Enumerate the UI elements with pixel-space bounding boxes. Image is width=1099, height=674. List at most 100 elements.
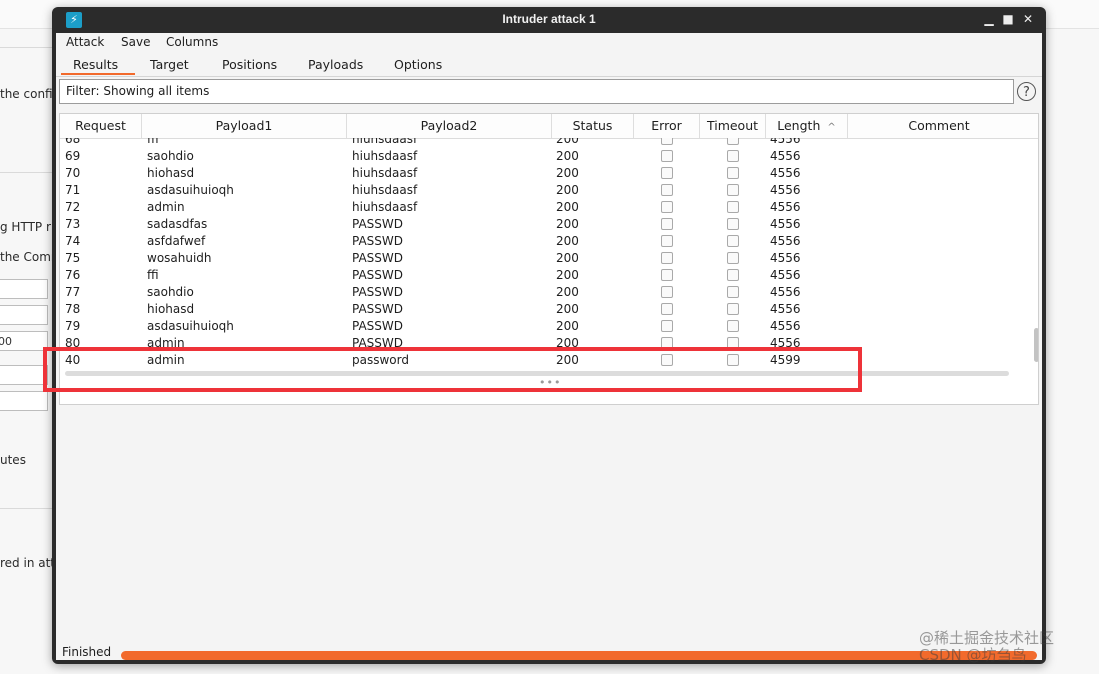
cell-payload2: PASSWD (352, 302, 404, 316)
tab-positions[interactable]: Positions (222, 57, 277, 72)
filter-bar[interactable]: Filter: Showing all items (59, 79, 1014, 104)
column-header-timeout[interactable]: Timeout (700, 114, 766, 138)
column-header-error[interactable]: Error (634, 114, 700, 138)
error-checkbox (661, 235, 673, 247)
tab-results[interactable]: Results (73, 57, 118, 72)
cell-payload2: PASSWD (352, 268, 404, 282)
cell-payload2: hiuhsdaasf (352, 200, 418, 214)
column-header-length[interactable]: Length ^ (766, 114, 848, 138)
highlight-annotation-box (43, 347, 862, 392)
table-row[interactable]: 77 saohdio PASSWD 200 4556 (60, 284, 1030, 301)
menu-columns[interactable]: Columns (166, 35, 218, 49)
cell-length: 4556 (770, 319, 801, 333)
cell-request: 69 (65, 149, 81, 163)
background-input[interactable] (0, 305, 48, 325)
timeout-checkbox (727, 167, 739, 179)
cell-status: 200 (556, 200, 579, 214)
tab-options[interactable]: Options (394, 57, 442, 72)
cell-payload2: PASSWD (352, 217, 404, 231)
error-checkbox (661, 184, 673, 196)
cell-payload1: wosahuidh (147, 251, 212, 265)
background-input[interactable] (0, 391, 48, 411)
cell-status: 200 (556, 138, 579, 146)
status-bar: Finished (56, 643, 1042, 660)
cell-length: 4556 (770, 234, 801, 248)
table-row[interactable]: 79 asdasuihuioqh PASSWD 200 4556 (60, 318, 1030, 335)
cell-payload1: saohdio (147, 285, 194, 299)
column-header-payload1[interactable]: Payload1 (142, 114, 347, 138)
background-input[interactable] (0, 279, 48, 299)
cell-payload1: asdasuihuioqh (147, 319, 234, 333)
cell-status: 200 (556, 302, 579, 316)
cell-payload2: hiuhsdaasf (352, 183, 418, 197)
progress-bar (121, 651, 1037, 660)
timeout-checkbox (727, 303, 739, 315)
minimize-icon[interactable]: ▁ (980, 10, 998, 28)
cell-request: 79 (65, 319, 81, 333)
help-icon[interactable]: ? (1017, 82, 1036, 101)
table-row[interactable]: 74 asfdafwef PASSWD 200 4556 (60, 233, 1030, 250)
cell-request: 71 (65, 183, 81, 197)
cell-length: 4556 (770, 251, 801, 265)
background-divider (0, 47, 55, 48)
timeout-checkbox (727, 320, 739, 332)
watermark: @稀土掘金技术社区 CSDN @坊刍鸟 (919, 630, 1054, 664)
maximize-icon[interactable]: ■ (999, 10, 1017, 28)
table-row[interactable]: 73 sadasdfas PASSWD 200 4556 (60, 216, 1030, 233)
timeout-checkbox (727, 138, 739, 145)
background-divider (0, 508, 55, 509)
column-header-length-label: Length (777, 118, 821, 133)
tab-target[interactable]: Target (150, 57, 189, 72)
timeout-checkbox (727, 150, 739, 162)
table-row[interactable]: 69 saohdio hiuhsdaasf 200 4556 (60, 148, 1030, 165)
column-header-status[interactable]: Status (552, 114, 634, 138)
column-header-comment[interactable]: Comment (848, 114, 1030, 138)
table-row[interactable]: 76 ffi PASSWD 200 4556 (60, 267, 1030, 284)
background-divider (0, 172, 55, 173)
table-row[interactable]: 68 ffi hiuhsdaasf 200 4556 (60, 138, 1030, 148)
active-tab-indicator (61, 73, 135, 75)
cell-status: 200 (556, 268, 579, 282)
close-icon[interactable]: ✕ (1019, 10, 1037, 28)
vertical-scrollbar[interactable] (1034, 328, 1038, 362)
window-title: Intruder attack 1 (502, 12, 596, 26)
table-row[interactable]: 71 asdasuihuioqh hiuhsdaasf 200 4556 (60, 182, 1030, 199)
status-text: Finished (62, 645, 112, 659)
table-body: 68 ffi hiuhsdaasf 200 4556 69 saohdio hiuhsdaas… (60, 138, 1038, 382)
menu-attack[interactable]: Attack (66, 35, 104, 49)
timeout-checkbox (727, 201, 739, 213)
menu-save[interactable]: Save (121, 35, 150, 49)
intruder-attack-window: ⚡ Intruder attack 1 ▁ ■ ✕ Attack Save Co… (52, 7, 1046, 664)
error-checkbox (661, 138, 673, 145)
cell-payload1: hiohasd (147, 166, 195, 180)
cell-request: 72 (65, 200, 81, 214)
table-row[interactable]: 70 hiohasd hiuhsdaasf 200 4556 (60, 165, 1030, 182)
column-header-payload2[interactable]: Payload2 (347, 114, 552, 138)
cell-request: 78 (65, 302, 81, 316)
cell-payload1: hiohasd (147, 302, 195, 316)
background-input[interactable]: 00 (0, 331, 48, 351)
menu-bar: Attack Save Columns (56, 33, 1042, 53)
tab-payloads[interactable]: Payloads (308, 57, 363, 72)
cell-length: 4556 (770, 166, 801, 180)
title-bar[interactable]: ⚡ Intruder attack 1 ▁ ■ ✕ (52, 7, 1046, 33)
watermark-line: @稀土掘金技术社区 (919, 629, 1055, 647)
cell-request: 68 (65, 138, 81, 146)
cell-payload2: PASSWD (352, 285, 404, 299)
cell-payload1: sadasdfas (147, 217, 208, 231)
background-text: the confi (0, 87, 53, 101)
cell-length: 4556 (770, 149, 801, 163)
tab-bar: Results Target Positions Payloads Option… (56, 54, 1042, 77)
error-checkbox (661, 201, 673, 213)
cell-length: 4556 (770, 200, 801, 214)
cell-payload2: hiuhsdaasf (352, 166, 418, 180)
background-input[interactable] (0, 365, 48, 385)
error-checkbox (661, 150, 673, 162)
column-header-request[interactable]: Request (60, 114, 142, 138)
table-row[interactable]: 75 wosahuidh PASSWD 200 4556 (60, 250, 1030, 267)
cell-payload2: hiuhsdaasf (352, 149, 418, 163)
table-row[interactable]: 72 admin hiuhsdaasf 200 4556 (60, 199, 1030, 216)
table-row[interactable]: 78 hiohasd PASSWD 200 4556 (60, 301, 1030, 318)
cell-status: 200 (556, 166, 579, 180)
cell-status: 200 (556, 234, 579, 248)
